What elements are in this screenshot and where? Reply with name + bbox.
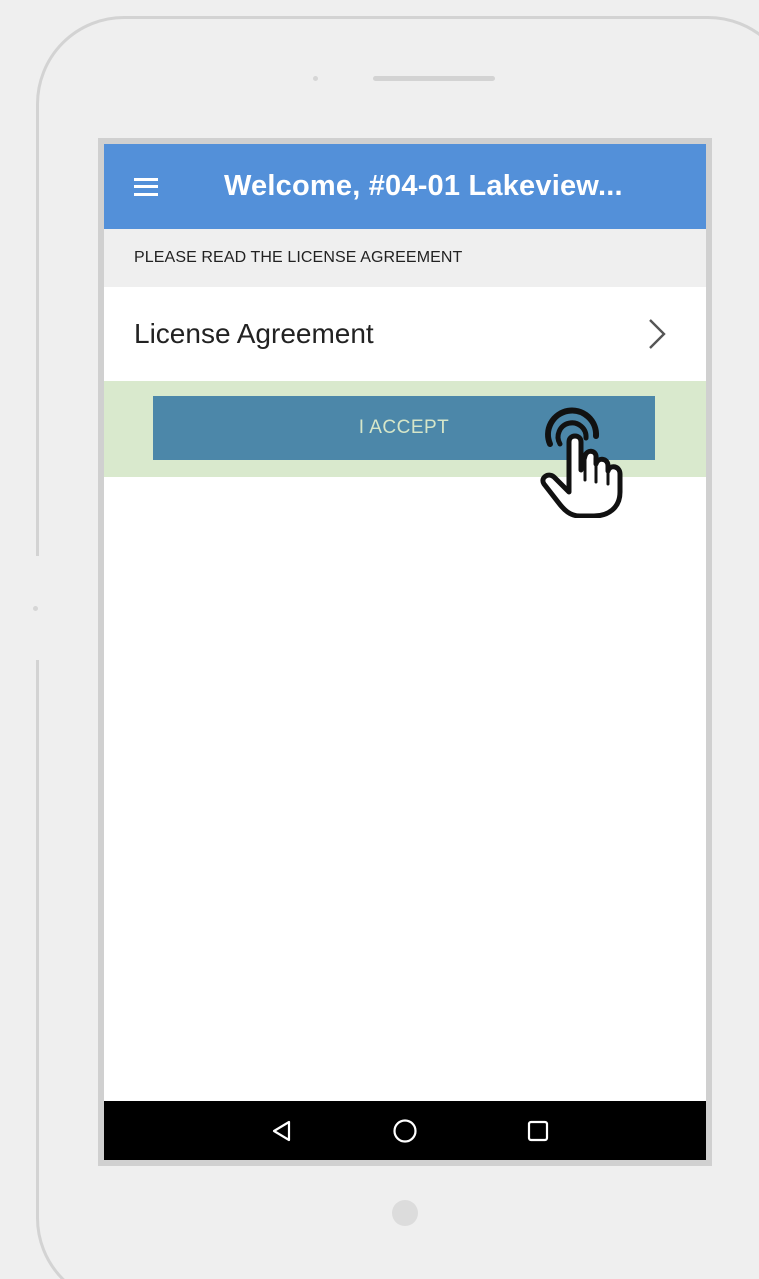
menu-button[interactable]	[104, 144, 188, 229]
section-header: PLEASE READ THE LICENSE AGREEMENT	[104, 229, 706, 287]
nav-home-button[interactable]	[375, 1101, 435, 1160]
recents-square-icon	[527, 1120, 549, 1141]
android-nav-bar	[104, 1101, 706, 1160]
app-title: Welcome, #04-01 Lakeview...	[224, 170, 623, 202]
hand-cursor-icon	[540, 407, 623, 518]
license-agreement-row[interactable]: License Agreement	[104, 287, 706, 381]
back-triangle-icon	[272, 1120, 291, 1141]
accept-button-label: I ACCEPT	[358, 417, 450, 438]
phone-home-button	[392, 1200, 418, 1226]
phone-camera-dot	[313, 76, 318, 81]
hamburger-menu-icon	[134, 177, 158, 196]
nav-back-button[interactable]	[252, 1101, 312, 1160]
phone-screen: Welcome, #04-01 Lakeview... PLEASE READ …	[98, 138, 712, 1166]
chevron-right-icon	[649, 319, 666, 349]
phone-side-dot	[33, 606, 38, 611]
phone-mockup-background: Welcome, #04-01 Lakeview... PLEASE READ …	[0, 0, 759, 1279]
app-screen: Welcome, #04-01 Lakeview... PLEASE READ …	[104, 144, 706, 1160]
home-circle-icon	[393, 1118, 417, 1143]
nav-recents-button[interactable]	[508, 1101, 568, 1160]
section-header-text: PLEASE READ THE LICENSE AGREEMENT	[134, 249, 463, 266]
app-bar: Welcome, #04-01 Lakeview...	[104, 144, 706, 229]
license-agreement-label: License Agreement	[134, 318, 374, 349]
phone-speaker	[373, 76, 495, 81]
